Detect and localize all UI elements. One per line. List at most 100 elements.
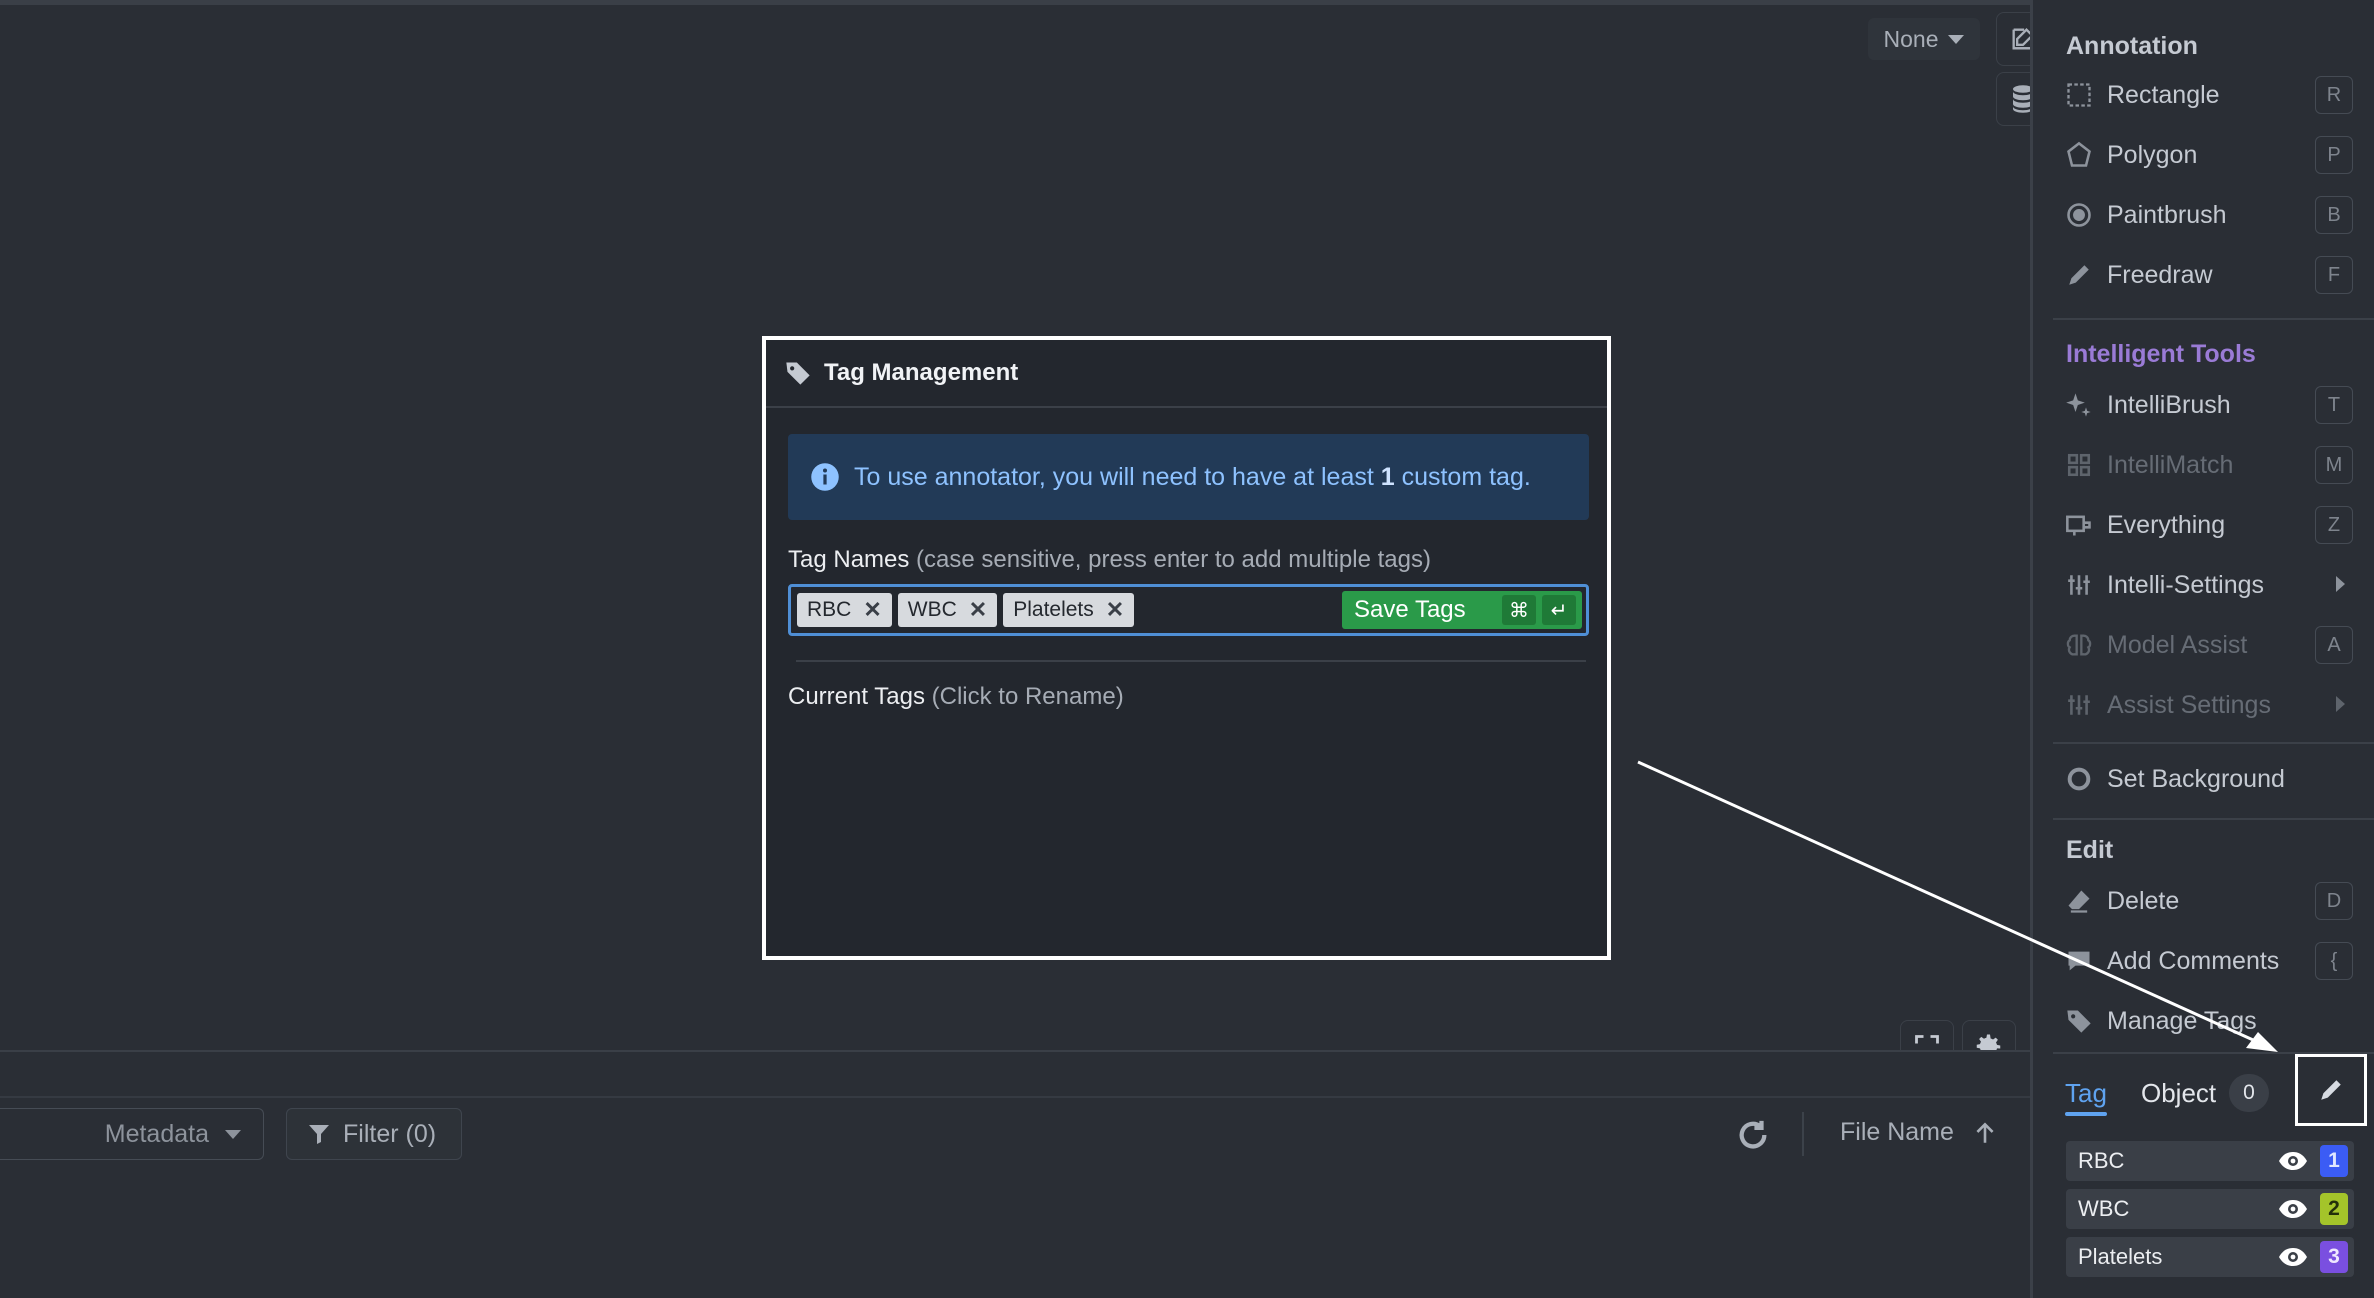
file-browser-panel <box>0 1052 2030 1298</box>
set-background-label: Set Background <box>2107 764 2285 793</box>
info-text-pre: To use annotator, you will need to have … <box>854 462 1381 491</box>
tag-index-badge: 2 <box>2320 1193 2348 1225</box>
view-mode-dropdown[interactable]: None <box>1868 18 1980 60</box>
shortcut-key: M <box>2315 446 2353 484</box>
tab-object[interactable]: Object <box>2141 1078 2216 1109</box>
assist-settings-label: Assist Settings <box>2107 690 2271 719</box>
eye-icon[interactable] <box>2278 1150 2308 1172</box>
filter-icon <box>309 1125 329 1144</box>
tab-tag[interactable]: Tag <box>2065 1078 2107 1109</box>
current-tags-label: Current Tags (Click to Rename) <box>788 683 1124 711</box>
rectangle-icon <box>2067 83 2091 107</box>
sparkle-icon <box>2066 393 2091 417</box>
tag-names-hint: (case sensitive, press enter to add mult… <box>909 546 1431 573</box>
section-divider <box>2053 318 2374 320</box>
save-tags-label: Save Tags <box>1354 596 1466 623</box>
polygon-tool[interactable]: Polygon P <box>2063 132 2353 178</box>
paintbrush-tool[interactable]: Paintbrush B <box>2063 192 2353 238</box>
sliders-icon <box>2068 695 2090 715</box>
tools-sidebar: Annotation Rectangle R Polygon P Paintbr… <box>2030 0 2374 1298</box>
section-divider <box>2053 742 2374 744</box>
eye-icon[interactable] <box>2278 1198 2308 1220</box>
intelligent-tools-title: Intelligent Tools <box>2066 340 2256 368</box>
shortcut-key: Z <box>2315 506 2353 544</box>
manage-tags-tool[interactable]: Manage Tags <box>2063 998 2353 1044</box>
background-icon <box>2067 767 2091 791</box>
delete-tool[interactable]: Delete D <box>2063 878 2353 924</box>
intellimatch-label: IntelliMatch <box>2107 450 2234 479</box>
set-background-tool[interactable]: Set Background <box>2063 756 2353 802</box>
pencil-icon <box>2321 1080 2341 1100</box>
edit-tags-button[interactable] <box>2295 1054 2367 1126</box>
refresh-icon <box>1739 1120 1767 1149</box>
tag-row-platelets[interactable]: Platelets 3 <box>2066 1237 2354 1277</box>
app-window: None Metadata Filter (0) File Name Annot… <box>0 0 2374 1298</box>
rectangle-tool[interactable]: Rectangle R <box>2063 72 2353 118</box>
shortcut-key: A <box>2315 626 2353 664</box>
arrow-up-icon <box>1976 1121 1994 1143</box>
chevron-down-icon <box>1948 34 1965 44</box>
modal-title: Tag Management <box>824 359 1019 386</box>
intelli-settings-item[interactable]: Intelli-Settings <box>2063 562 2353 608</box>
manage-tags-label: Manage Tags <box>2107 1006 2257 1035</box>
add-comments-tool[interactable]: Add Comments { <box>2063 938 2353 984</box>
assist-settings-item[interactable]: Assist Settings <box>2063 682 2353 728</box>
refresh-button[interactable] <box>1736 1118 1770 1157</box>
tag-names-label: Tag Names (case sensitive, press enter t… <box>788 546 1431 574</box>
close-icon[interactable]: ✕ <box>1106 597 1124 623</box>
tag-row-rbc[interactable]: RBC 1 <box>2066 1141 2354 1181</box>
select-all-icon <box>2066 515 2091 536</box>
toolbar-separator <box>1802 1112 1804 1156</box>
modal-divider <box>796 660 1586 662</box>
current-tags-hint: (Click to Rename) <box>924 683 1124 710</box>
close-icon[interactable]: ✕ <box>863 597 881 623</box>
current-tags-title: Current Tags <box>788 683 925 710</box>
polygon-icon <box>2067 141 2091 167</box>
model-assist-tool[interactable]: Model Assist A <box>2063 622 2353 668</box>
info-icon <box>811 463 839 491</box>
everything-tool[interactable]: Everything Z <box>2063 502 2353 548</box>
everything-label: Everything <box>2107 510 2226 539</box>
annotation-section-title: Annotation <box>2066 32 2198 60</box>
intellibrush-label: IntelliBrush <box>2107 390 2231 419</box>
sort-control[interactable]: File Name <box>1840 1118 1998 1147</box>
shortcut-key: D <box>2315 882 2353 920</box>
tag-chip-rbc: RBC ✕ <box>797 593 892 627</box>
tag-icon <box>786 362 810 385</box>
tag-row-wbc[interactable]: WBC 2 <box>2066 1189 2354 1229</box>
eye-icon[interactable] <box>2278 1246 2308 1268</box>
tag-icon <box>2067 1010 2091 1033</box>
chevron-right-icon <box>2336 696 2345 712</box>
tag-index-badge: 1 <box>2320 1145 2348 1177</box>
section-divider <box>2053 818 2374 820</box>
sliders-icon <box>2068 575 2090 595</box>
info-text: To use annotator, you will need to have … <box>854 463 1531 492</box>
intelli-settings-label: Intelli-Settings <box>2107 570 2265 599</box>
rectangle-label: Rectangle <box>2107 80 2220 109</box>
filter-label: Filter (0) <box>343 1119 437 1148</box>
shortcut-key: T <box>2315 386 2353 424</box>
enter-key-icon: ↵ <box>1542 595 1576 625</box>
shortcut-key: { <box>2315 942 2353 980</box>
shortcut-key: F <box>2315 256 2353 294</box>
shortcut-key: B <box>2315 196 2353 234</box>
close-icon[interactable]: ✕ <box>969 597 987 623</box>
tag-names-input[interactable]: RBC ✕ WBC ✕ Platelets ✕ Save Tags ⌘ ↵ <box>788 584 1589 636</box>
tag-name: RBC <box>2078 1148 2125 1173</box>
freedraw-tool[interactable]: Freedraw F <box>2063 252 2353 298</box>
chip-label: Platelets <box>1013 598 1094 621</box>
metadata-label: Metadata <box>104 1119 209 1148</box>
add-comments-label: Add Comments <box>2107 946 2280 975</box>
shortcut-key: R <box>2315 76 2353 114</box>
object-count-badge: 0 <box>2229 1074 2269 1112</box>
view-mode-value: None <box>1883 25 1939 52</box>
chevron-down-icon <box>225 1129 241 1139</box>
command-key-icon: ⌘ <box>1502 595 1536 625</box>
filter-button[interactable]: Filter (0) <box>286 1108 462 1160</box>
pencil-icon <box>2069 265 2089 285</box>
metadata-dropdown[interactable]: Metadata <box>0 1108 264 1160</box>
save-tags-button[interactable]: Save Tags ⌘ ↵ <box>1342 591 1582 629</box>
intellibrush-tool[interactable]: IntelliBrush T <box>2063 382 2353 428</box>
intellimatch-tool[interactable]: IntelliMatch M <box>2063 442 2353 488</box>
sort-label: File Name <box>1840 1118 1954 1146</box>
